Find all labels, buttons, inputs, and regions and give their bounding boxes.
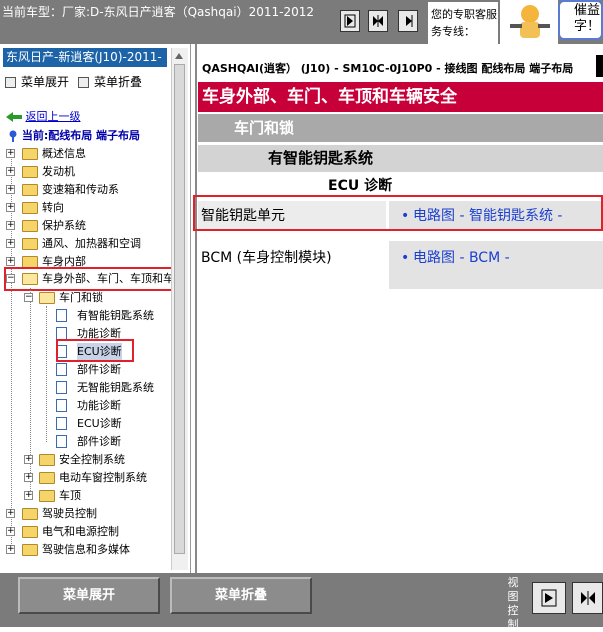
expand-icon — [5, 77, 16, 88]
vehicle-title: 东风日产-新逍客(J10)-2011- — [3, 48, 167, 67]
location-pin-icon — [9, 130, 17, 142]
component-name-cell: BCM (车身控制模块) — [198, 241, 386, 289]
view-control-label: 视图控制 — [507, 576, 519, 631]
folder-icon — [22, 238, 38, 250]
folder-icon — [22, 526, 38, 538]
highlight-box — [193, 195, 603, 231]
speech-bubble: 催益字！ — [558, 0, 603, 40]
view-prev-button[interactable] — [572, 582, 603, 614]
folder-icon — [22, 544, 38, 556]
tree-expand-button[interactable]: 菜单展开 — [5, 74, 69, 90]
current-node: 当前:配线布局 端子布局 — [8, 128, 140, 143]
view-first-button[interactable] — [532, 582, 566, 614]
prev-page-icon — [581, 591, 595, 605]
scroll-thumb[interactable] — [174, 64, 185, 554]
breadcrumb: QASHQAI(逍客） (J10) - SM10C-0J10P0 - 接线图 配… — [202, 62, 574, 75]
document-icon — [56, 363, 67, 376]
folder-icon — [39, 490, 55, 502]
first-page-icon — [541, 589, 557, 607]
mascot-image — [500, 0, 558, 44]
folder-open-icon — [39, 292, 55, 304]
tree-guide-line — [46, 306, 47, 442]
circuit-link[interactable]: • 电路图 - BCM - — [389, 241, 603, 289]
document-icon — [56, 399, 67, 412]
document-icon — [56, 381, 67, 394]
folder-icon — [22, 508, 38, 520]
prev-page-icon — [373, 15, 383, 27]
document-icon — [56, 417, 67, 430]
current-vehicle-label: 当前车型：厂家:D-东风日产逍客（Qashqai）2011-2012 — [2, 5, 314, 19]
first-page-icon — [344, 14, 356, 28]
folder-icon — [22, 184, 38, 196]
prev-page-button[interactable] — [368, 10, 388, 32]
section-header-main: 车身外部、车门、车顶和车辆安全 — [198, 82, 603, 112]
document-icon — [56, 309, 67, 322]
menu-collapse-button[interactable]: 菜单折叠 — [170, 577, 312, 614]
collapse-icon — [78, 77, 89, 88]
document-icon — [56, 435, 67, 448]
scroll-up-arrow-icon[interactable] — [173, 50, 185, 62]
section-header-sub: 车门和锁 — [198, 114, 603, 142]
mascot-icon — [510, 5, 550, 38]
tree-scrollbar[interactable] — [171, 48, 188, 570]
folder-icon — [22, 166, 38, 178]
menu-expand-button[interactable]: 菜单展开 — [18, 577, 160, 614]
service-hotline-label: 您的专职客服务专线： — [428, 2, 498, 44]
next-page-icon — [406, 15, 413, 27]
first-page-button[interactable] — [340, 10, 360, 32]
panel-edge-marker — [596, 55, 603, 77]
folder-icon — [22, 220, 38, 232]
folder-icon — [39, 454, 55, 466]
folder-icon — [22, 148, 38, 160]
folder-icon — [22, 202, 38, 214]
section-header-system: 有智能钥匙系统 — [198, 145, 603, 172]
next-page-button[interactable] — [398, 10, 418, 32]
highlight-box — [56, 339, 134, 362]
back-arrow-icon — [6, 112, 22, 122]
back-link[interactable]: 返回上一级 — [6, 110, 81, 124]
tree-collapse-button[interactable]: 菜单折叠 — [78, 74, 142, 90]
folder-icon — [39, 472, 55, 484]
